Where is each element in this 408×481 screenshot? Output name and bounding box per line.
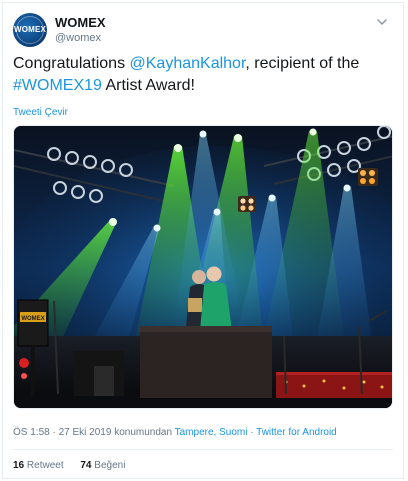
translate-tweet-link[interactable]: Tweeti Çevir	[13, 107, 68, 118]
stats-divider	[13, 449, 393, 450]
tweet-meta: ÖS 1:58 · 27 Eki 2019 konumundan Tampere…	[13, 427, 337, 438]
meta-separator-1: ·	[49, 427, 59, 438]
source-link[interactable]: Twitter for Android	[256, 427, 337, 438]
hashtag-link[interactable]: #WOMEX19	[13, 77, 102, 94]
tweet-stats: 16 Retweet 74 Beğeni	[13, 460, 139, 471]
stage-photo-illustration: WOMEX	[14, 126, 392, 408]
red-carpet-right	[276, 372, 392, 398]
retweets-stat[interactable]: 16 Retweet	[13, 460, 64, 471]
location-link[interactable]: Tampere, Suomi	[175, 427, 248, 438]
display-name[interactable]: WOMEX	[55, 15, 106, 31]
avatar-logo-text: WOMEX	[13, 25, 47, 34]
mention-link[interactable]: @KayhanKalhor	[130, 55, 246, 72]
podium-table	[140, 326, 272, 398]
location-prefix: konumundan	[111, 427, 175, 438]
retweets-count: 16	[13, 460, 25, 471]
likes-label: Beğeni	[94, 460, 126, 471]
tweet-time[interactable]: ÖS 1:58	[13, 427, 50, 438]
user-handle[interactable]: @womex	[55, 31, 106, 45]
retweets-label: Retweet	[26, 460, 64, 471]
tweet-date[interactable]: 27 Eki 2019	[59, 427, 112, 438]
tweet-text-middle: , recipient of the	[245, 55, 360, 72]
tweet-text: Congratulations @KayhanKalhor, recipient…	[13, 53, 393, 97]
likes-stat[interactable]: 74 Beğeni	[80, 460, 125, 471]
likes-count: 74	[80, 460, 92, 471]
tweet-text-suffix: Artist Award!	[101, 77, 195, 94]
avatar[interactable]: WOMEX	[13, 13, 47, 47]
tweet-photo[interactable]: WOMEX	[13, 125, 393, 409]
chevron-down-icon[interactable]	[375, 15, 389, 29]
tweet-text-prefix: Congratulations	[13, 55, 130, 72]
meta-separator-2: ·	[247, 427, 257, 438]
tweet-card: WOMEX WOMEX @womex Congratulations @Kayh…	[2, 2, 404, 479]
stage-sign-text: WOMEX	[21, 316, 44, 322]
author-block: WOMEX @womex	[55, 15, 106, 45]
tweet-header: WOMEX WOMEX @womex	[13, 13, 393, 49]
